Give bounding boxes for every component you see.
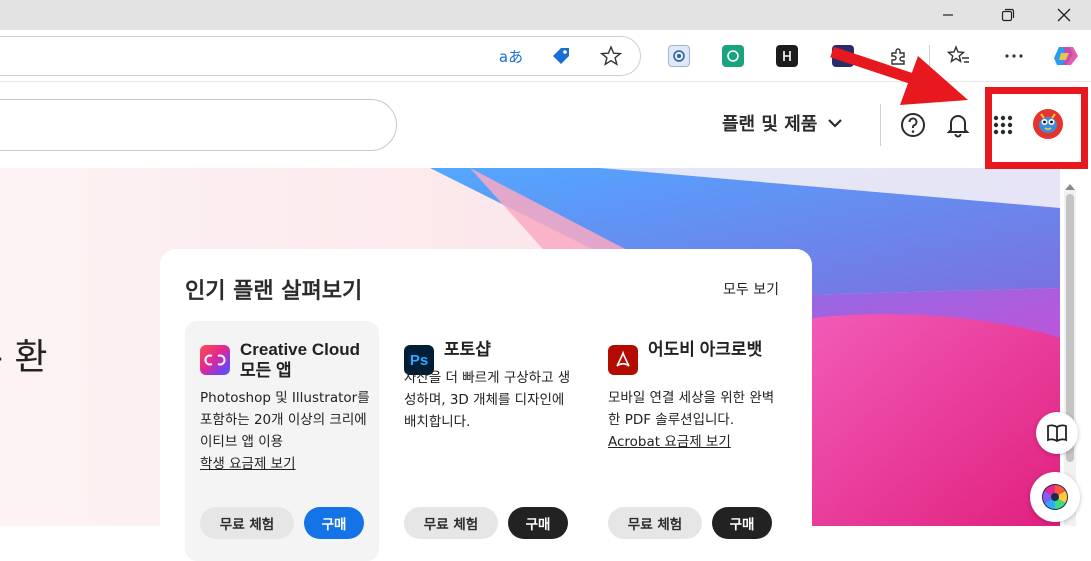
annotation-highlight-box: [985, 87, 1088, 169]
annotation-arrow: [830, 46, 968, 105]
